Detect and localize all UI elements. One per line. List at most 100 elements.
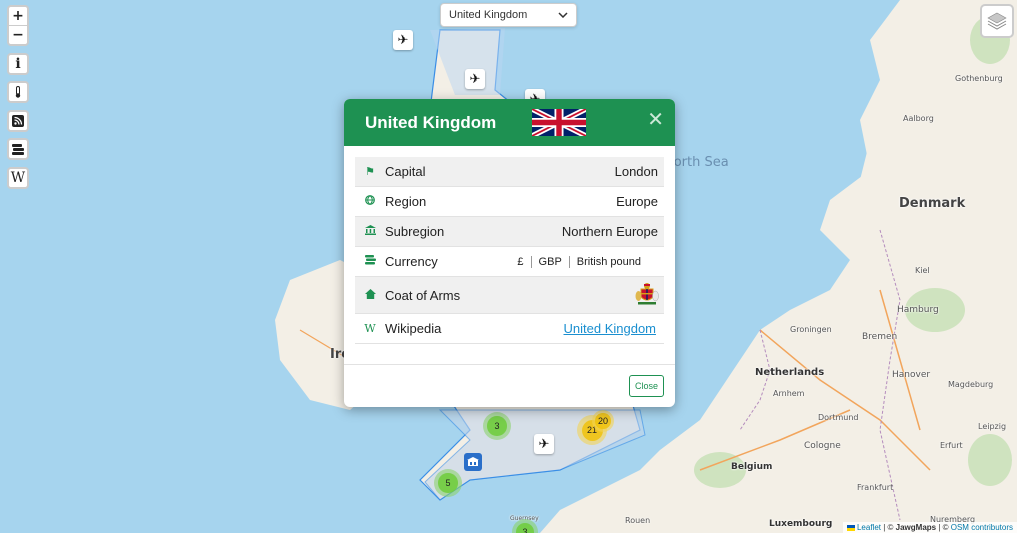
row-label: Wikipedia [385,321,442,336]
info-row-coat-of-arms: Coat of Arms [355,277,664,314]
wikipedia-button[interactable]: W [9,169,27,187]
row-label: Capital [385,164,426,179]
shield-house-icon [355,288,385,302]
leaflet-link[interactable]: Leaflet [857,523,881,532]
money-icon [355,255,385,268]
globe-icon-svg [365,195,375,205]
cluster-count: 3 [487,416,507,436]
row-value: Europe [616,194,658,209]
news-control [7,110,29,132]
wikipedia-link[interactable]: United Kingdom [564,321,657,336]
coat-of-arms-image [634,281,664,310]
info-row-wikipedia: W Wikipedia United Kingdom [355,314,664,344]
map-label-denmark: Denmark [899,196,966,211]
airport-marker[interactable]: ✈ [393,30,413,50]
currency-button[interactable] [9,140,27,158]
uk-flag-icon [532,109,586,136]
map-label-kiel: Kiel [915,266,930,275]
row-label: Region [385,194,427,209]
money-stack-icon [11,144,24,155]
museum-icon [467,457,479,466]
airport-marker[interactable]: ✈ [465,69,485,89]
cluster-count: 3 [515,522,535,533]
map-label-belgium: Belgium [731,462,773,472]
map-label-leipzig: Leipzig [978,422,1007,431]
row-label: Currency [385,254,438,269]
marker-cluster[interactable]: 20 [592,410,614,432]
row-label: Coat of Arms [385,287,461,303]
row-value: London [614,164,658,179]
map-attribution: Leaflet | © JawgMaps | © OSM contributor… [842,522,1017,533]
layers-icon [987,12,1007,30]
map-label-arnhem: Arnhem [773,389,805,398]
map-label-erfurt: Erfurt [940,441,963,450]
thermometer-icon [15,86,21,98]
house-icon-svg [364,288,376,299]
coat-of-arms-icon [635,282,659,304]
row-label: Subregion [385,224,445,239]
map-label-hanover: Hanover [892,370,931,380]
attribution-separator: | © [936,523,951,532]
forest-area [968,434,1012,486]
marker-cluster[interactable]: 3 [483,412,511,440]
weather-control [7,81,29,103]
info-row-region: Region Europe [355,187,664,217]
rss-icon [12,115,24,127]
landmark-icon [355,225,385,238]
jawgmaps-link[interactable]: JawgMaps [896,523,936,532]
map-label-dortmund: Dortmund [818,413,859,422]
flag-icon: ⚑ [365,166,375,178]
airport-marker[interactable]: ✈ [534,434,554,454]
map-label-aalborg: Aalborg [903,114,934,123]
news-button[interactable] [9,112,27,130]
attribution-separator: | © [881,523,896,532]
info-row-capital: ⚑ Capital London [355,157,664,187]
currency-code: GBP [530,255,569,268]
country-info-modal: United Kingdom ✕ ⚑ Capital London Region… [344,99,675,407]
currency-symbol: £ [517,255,524,268]
map-label-cologne: Cologne [804,441,841,451]
currency-values: £ GBP British pound [510,255,664,268]
zoom-in-button[interactable]: + [9,7,27,25]
map-label-magdeburg: Magdeburg [948,380,994,389]
osm-link[interactable]: OSM contributors [951,523,1013,532]
country-info-table: ⚑ Capital London Region Europe Subregion… [355,157,664,344]
cluster-count: 5 [438,473,458,493]
map-label-netherlands: Netherlands [755,367,825,378]
row-value: Northern Europe [561,224,658,239]
map-label-luxembourg: Luxembourg [769,519,833,529]
modal-header: United Kingdom ✕ [344,99,675,146]
info-button[interactable]: i [9,55,27,73]
zoom-out-button[interactable]: − [9,25,27,44]
modal-title: United Kingdom [365,112,497,132]
chevron-down-icon [558,12,568,18]
info-row-subregion: Subregion Northern Europe [355,217,664,247]
info-row-currency: Currency £ GBP British pound [355,247,664,277]
currency-name: British pound [568,255,648,268]
museum-marker[interactable] [464,453,482,471]
map-label-frankfurt: Frankfurt [857,483,894,492]
info-control: i [7,53,29,75]
ukraine-flag-icon [846,524,855,531]
close-button[interactable]: Close [628,375,664,397]
map-label-bremen: Bremen [862,332,898,342]
money-icon-svg [364,255,376,265]
map-label-hamburg: Hamburg [897,305,939,315]
wikipedia-icon: W [364,322,376,335]
country-select-value: United Kingdom [449,9,528,21]
modal-footer: Close [344,364,675,407]
layers-button[interactable] [980,4,1014,38]
close-icon[interactable]: ✕ [647,110,664,130]
weather-button[interactable] [9,83,27,101]
currency-control [7,138,29,160]
map-label-rouen: Rouen [625,516,651,525]
cluster-count: 20 [595,413,611,429]
country-select[interactable]: United Kingdom [440,3,577,27]
zoom-control: + − [7,5,29,46]
wiki-control: W [7,167,29,189]
landmark-icon-svg [364,225,376,235]
map-label-groningen: Groningen [790,325,832,334]
map-label-gothenburg: Gothenburg [955,74,1003,83]
marker-cluster[interactable]: 5 [434,469,462,497]
globe-icon [355,195,385,208]
